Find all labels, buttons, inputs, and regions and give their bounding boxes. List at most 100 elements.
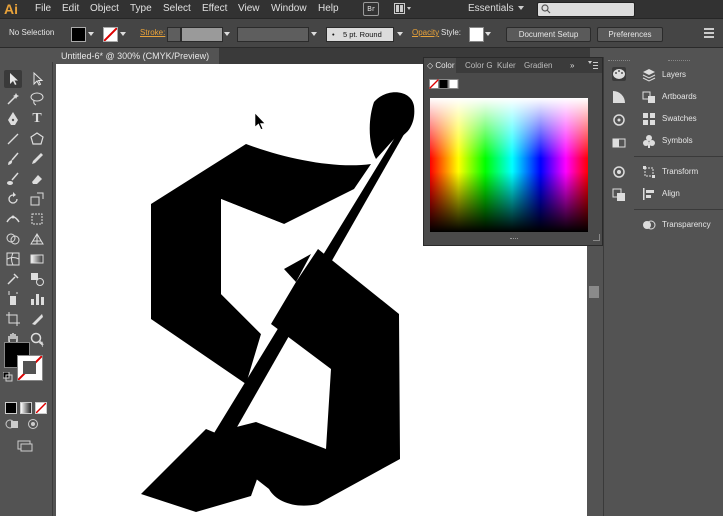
tab-color-guide[interactable]: Color G [465, 58, 493, 73]
eraser-tool-icon[interactable] [28, 170, 46, 188]
selection-tool-icon[interactable] [4, 70, 22, 88]
mesh-tool-icon[interactable] [4, 250, 22, 268]
screen-mode-icon[interactable] [16, 440, 34, 452]
lasso-tool-icon[interactable] [28, 90, 46, 108]
graphic-styles-icon[interactable] [612, 188, 626, 202]
menu-view[interactable]: View [238, 0, 260, 18]
color-guide-icon[interactable] [612, 90, 626, 104]
scale-tool-icon[interactable] [28, 190, 46, 208]
magic-wand-tool-icon[interactable] [4, 90, 22, 108]
symbols-icon [643, 135, 655, 148]
variable-width-profile[interactable] [237, 27, 309, 42]
blend-tool-icon[interactable] [28, 270, 46, 288]
swap-fill-stroke-icon[interactable]: ↰ [37, 340, 45, 350]
tab-kuler[interactable]: Kuler [497, 58, 516, 73]
stroke-weight-field[interactable] [181, 27, 223, 42]
color-panel: ◇ Color Color G Kuler Gradien » [423, 57, 603, 246]
scrollbar-thumb[interactable] [589, 286, 599, 298]
chevron-down-icon[interactable] [397, 32, 403, 36]
resize-grip[interactable] [510, 238, 518, 241]
chevron-down-icon[interactable] [120, 32, 126, 36]
direct-selection-tool-icon[interactable] [28, 70, 46, 88]
resize-corner-icon[interactable] [593, 234, 600, 241]
expand-icon[interactable]: » [570, 58, 574, 73]
type-tool-icon[interactable]: T [28, 110, 46, 128]
stroke-weight-stepper[interactable] [167, 27, 181, 42]
kuler-icon[interactable] [612, 113, 626, 127]
opacity-label[interactable]: Opacity [412, 19, 439, 47]
draw-inside-icon[interactable] [26, 418, 40, 430]
brush-definition[interactable]: • 5 pt. Round [326, 27, 394, 42]
panel-layers[interactable]: Layers [634, 65, 723, 85]
panel-swatches[interactable]: Swatches [634, 109, 723, 129]
tab-gradient[interactable]: Gradien [524, 58, 552, 73]
artboard-tool-icon[interactable] [4, 310, 22, 328]
workspace-switcher[interactable]: Essentials [468, 0, 514, 18]
document-tab[interactable]: Untitled-6* @ 300% (CMYK/Preview) [55, 48, 219, 64]
stroke-color-box[interactable] [17, 355, 43, 381]
width-tool-icon[interactable] [4, 210, 22, 228]
menu-file[interactable]: File [35, 0, 51, 18]
document-setup-button[interactable]: Document Setup [506, 27, 591, 42]
panel-icon-strip [603, 57, 635, 516]
menu-type[interactable]: Type [130, 0, 152, 18]
paintbrush-tool-icon[interactable] [4, 150, 22, 168]
appearance-icon[interactable] [612, 165, 626, 179]
align-menu-icon[interactable] [704, 28, 714, 38]
panel-symbols[interactable]: Symbols [634, 131, 723, 151]
menu-effect[interactable]: Effect [202, 0, 227, 18]
color-swatches-icon[interactable] [429, 79, 459, 89]
color-spectrum[interactable] [430, 98, 588, 232]
chevron-down-icon[interactable] [485, 32, 491, 36]
menu-object[interactable]: Object [90, 0, 119, 18]
chevron-down-icon[interactable] [224, 32, 230, 36]
fill-swatch[interactable] [71, 27, 86, 42]
artboards-icon [642, 91, 655, 103]
stroke-swatch[interactable] [103, 27, 118, 42]
color-panel-icon[interactable] [612, 67, 626, 81]
gradient-tool-icon[interactable] [28, 250, 46, 268]
symbol-sprayer-tool-icon[interactable] [4, 290, 22, 308]
chevron-down-icon[interactable] [518, 6, 524, 10]
default-fill-stroke-icon[interactable] [3, 372, 13, 382]
stroke-label[interactable]: Stroke: [140, 19, 165, 47]
eyedropper-tool-icon[interactable] [4, 270, 22, 288]
preferences-button[interactable]: Preferences [597, 27, 663, 42]
menu-select[interactable]: Select [163, 0, 191, 18]
chevron-down-icon[interactable] [311, 32, 317, 36]
search-input[interactable] [537, 2, 635, 17]
panel-transform[interactable]: Transform [634, 162, 723, 182]
gradient-panel-icon[interactable] [612, 136, 626, 150]
menu-edit[interactable]: Edit [62, 0, 79, 18]
polygon-tool-icon[interactable] [28, 130, 46, 148]
pencil-tool-icon[interactable] [28, 150, 46, 168]
collapse-icon: ◇ [427, 61, 434, 70]
column-graph-tool-icon[interactable] [28, 290, 46, 308]
chevron-down-icon[interactable] [88, 32, 94, 36]
none-mode-icon[interactable] [35, 402, 47, 414]
panel-artboards[interactable]: Artboards [634, 87, 723, 107]
shape-builder-tool-icon[interactable] [4, 230, 22, 248]
panel-label: Align [662, 189, 680, 198]
menu-help[interactable]: Help [318, 0, 339, 18]
bridge-button[interactable]: Br [363, 2, 379, 16]
arrange-documents-icon[interactable] [394, 3, 412, 14]
panel-transparency[interactable]: Transparency [634, 215, 723, 235]
graphic-style-swatch[interactable] [469, 27, 484, 42]
line-tool-icon[interactable] [4, 130, 22, 148]
dot-icon: • [332, 30, 335, 39]
tab-color[interactable]: ◇ Color [424, 58, 456, 73]
slice-tool-icon[interactable] [28, 310, 46, 328]
color-mode-icon[interactable] [5, 402, 17, 414]
panel-align[interactable]: Align [634, 184, 723, 204]
blob-brush-tool-icon[interactable] [4, 170, 22, 188]
free-transform-tool-icon[interactable] [28, 210, 46, 228]
panel-menu-icon[interactable] [588, 61, 598, 70]
rotate-tool-icon[interactable] [4, 190, 22, 208]
color-panel-tabs: ◇ Color Color G Kuler Gradien » [424, 58, 602, 73]
perspective-grid-tool-icon[interactable] [28, 230, 46, 248]
menu-window[interactable]: Window [271, 0, 307, 18]
pen-tool-icon[interactable] [4, 110, 22, 128]
gradient-mode-icon[interactable] [20, 402, 32, 414]
draw-mode-icon[interactable] [5, 418, 19, 430]
